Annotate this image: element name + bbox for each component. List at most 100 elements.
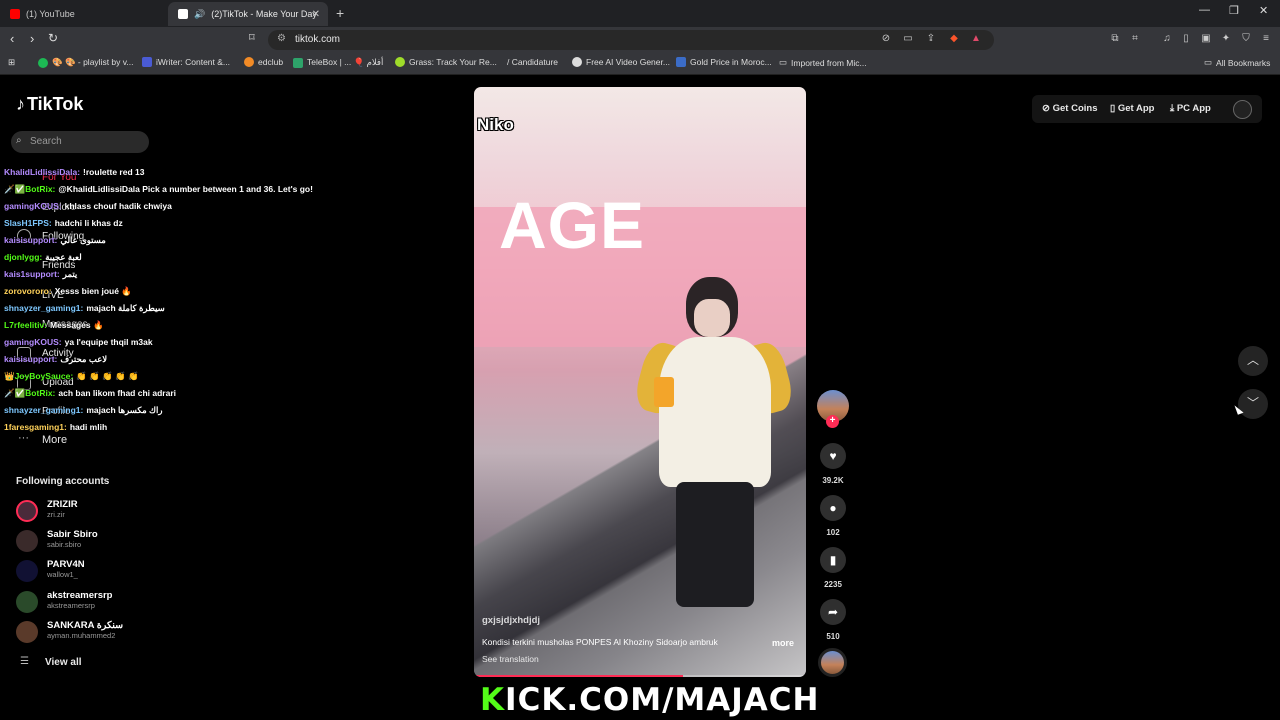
following-account[interactable]: SANKARA سنكرة ayman.muhammed2 bbox=[12, 620, 212, 646]
account-handle: ayman.muhammed2 bbox=[47, 631, 116, 640]
video-author[interactable]: gxjsjdjxhdjdj bbox=[482, 615, 540, 626]
save-count: 2235 bbox=[824, 580, 842, 589]
logo-text: TikTok bbox=[27, 94, 84, 114]
person-shirt bbox=[659, 337, 771, 487]
bookmark-folder[interactable]: ▭ Imported from Mic... bbox=[779, 57, 867, 68]
video-person bbox=[631, 277, 797, 607]
following-account[interactable]: PARV4N wallow1_ bbox=[12, 559, 212, 585]
view-all-link[interactable]: View all bbox=[45, 657, 82, 668]
like-button[interactable]: ♥ bbox=[820, 443, 846, 469]
close-window-button[interactable]: ✕ bbox=[1259, 4, 1268, 17]
share-arrow-icon: ➦ bbox=[827, 605, 839, 619]
new-tab-button[interactable]: + bbox=[336, 5, 344, 21]
chat-username: kaisisupport: bbox=[4, 235, 58, 245]
brave-shield-icon[interactable]: ◆ bbox=[948, 33, 960, 45]
bookmark-item[interactable]: Gold Price in Moroc... bbox=[676, 57, 772, 67]
chat-text: Messages 🔥 bbox=[50, 320, 104, 330]
account-handle: wallow1_ bbox=[47, 570, 78, 579]
music-disc[interactable] bbox=[818, 648, 847, 677]
next-video-button[interactable]: ﹀ bbox=[1238, 389, 1268, 419]
all-bookmarks-folder[interactable]: ▭ All Bookmarks bbox=[1204, 57, 1270, 68]
share-button[interactable]: ➦ bbox=[820, 599, 846, 625]
chat-text: لعبة عجيبة bbox=[45, 252, 82, 262]
chat-text: مستوى عالي bbox=[60, 235, 106, 245]
vpn-icon[interactable]: ⛉ bbox=[1240, 33, 1252, 45]
bookmark-icon[interactable]: ⌑ bbox=[249, 31, 255, 44]
pc-app-button[interactable]: ⤓ PC App bbox=[1170, 103, 1211, 114]
chat-username: KhalidLidlissiDala: bbox=[4, 167, 81, 177]
no-tracking-icon[interactable]: ⊘ bbox=[880, 33, 892, 45]
chat-username: kais1support: bbox=[4, 269, 60, 279]
account-name: SANKARA سنكرة bbox=[47, 620, 124, 631]
follow-button[interactable]: + bbox=[826, 415, 839, 428]
cast-icon[interactable]: ▭ bbox=[902, 33, 914, 45]
see-translation-link[interactable]: See translation bbox=[482, 654, 539, 664]
bookmark-item[interactable]: iWriter: Content &... bbox=[142, 57, 230, 67]
bookmark-item[interactable]: 🎨 🎨 - playlist by v... bbox=[38, 57, 133, 68]
gold-price-icon bbox=[676, 57, 686, 67]
menu-icon[interactable]: ≡ bbox=[1260, 33, 1272, 45]
apps-icon[interactable]: ⊞ bbox=[8, 57, 15, 68]
extensions-icon[interactable]: ⧉ bbox=[1109, 33, 1121, 45]
sidebar-icon[interactable]: ▯ bbox=[1180, 33, 1192, 45]
rewards-icon[interactable]: ▲ bbox=[970, 33, 982, 45]
more-icon: ··· bbox=[18, 432, 29, 444]
chat-username: 1faresgaming1: bbox=[4, 422, 67, 432]
following-account[interactable]: akstreamersrp akstreamersrp bbox=[12, 590, 212, 616]
get-app-button[interactable]: ▯ Get App bbox=[1110, 103, 1154, 114]
wallet-icon[interactable]: ▣ bbox=[1200, 33, 1212, 45]
save-button[interactable]: ▮ bbox=[820, 547, 846, 573]
bookmark-label: All Bookmarks bbox=[1216, 57, 1271, 68]
chat-username: shnayzer_gaming1: bbox=[4, 405, 84, 415]
tiktok-icon bbox=[178, 9, 188, 19]
screenshot-icon[interactable]: ⌗ bbox=[1129, 33, 1141, 45]
nav-more[interactable]: More bbox=[42, 434, 67, 446]
chat-message: 🗡️✅BotRix: @KhalidLidlissiDala Pick a num… bbox=[4, 182, 344, 199]
bookmark-item[interactable]: Grass: Track Your Re... bbox=[395, 57, 497, 67]
description-more-button[interactable]: more bbox=[772, 638, 794, 648]
back-icon[interactable]: ‹ bbox=[10, 31, 14, 46]
maximize-button[interactable]: ❐ bbox=[1229, 4, 1239, 17]
chat-text: يتمر bbox=[62, 269, 78, 279]
avatar bbox=[16, 591, 38, 613]
site-info-icon[interactable]: ⚙ bbox=[277, 33, 286, 44]
tiktok-logo[interactable]: ♪ TikTok bbox=[16, 94, 83, 115]
bookmark-item[interactable]: edclub bbox=[244, 57, 283, 67]
banner-text: ICK.COM/MAJACH bbox=[505, 682, 820, 718]
music-icon[interactable]: ♫ bbox=[1161, 33, 1173, 45]
chat-message: shnayzer_gaming1: majach سيطرة كاملة bbox=[4, 301, 344, 318]
minimize-button[interactable]: — bbox=[1199, 4, 1210, 16]
video-player[interactable]: AGE Niko gxjsjdjxhdjdj Kondisi terkini m… bbox=[474, 87, 806, 677]
following-accounts-heading: Following accounts bbox=[16, 476, 110, 487]
reload-icon[interactable]: ↻ bbox=[48, 31, 58, 45]
bookmark-item[interactable]: TeleBox | ... 🎈 أفلام bbox=[293, 57, 383, 68]
chat-text: khlass chouf hadik chwiya bbox=[64, 201, 172, 211]
comment-button[interactable]: ● bbox=[820, 495, 846, 521]
chat-message: L7rfeelitiv: Messages 🔥 bbox=[4, 318, 344, 335]
chat-text: hadchi li khas dz bbox=[54, 218, 123, 228]
bookmark-label: edclub bbox=[258, 57, 284, 67]
avatar bbox=[16, 530, 38, 552]
forward-icon[interactable]: › bbox=[30, 31, 34, 46]
chat-username: 🗡️✅BotRix: bbox=[4, 388, 56, 398]
share-icon[interactable]: ⇪ bbox=[925, 33, 937, 45]
bookmark-label: TeleBox | ... 🎈 أفلام bbox=[307, 57, 384, 67]
bookmark-item[interactable]: Free AI Video Gener... bbox=[572, 57, 670, 67]
search-input[interactable]: ⌕ Search bbox=[11, 131, 149, 153]
previous-video-button[interactable]: ︿ bbox=[1238, 346, 1268, 376]
following-account[interactable]: Sabir Sbiro sabir.sbiro bbox=[12, 529, 212, 555]
tab-tiktok[interactable]: 🔊 (2)TikTok - Make Your Day ✕ bbox=[168, 2, 328, 26]
chat-message: gamingKOUS: ya l'equipe thqil m3ak bbox=[4, 335, 344, 352]
bookmark-label: Free AI Video Gener... bbox=[586, 57, 670, 67]
ai-icon[interactable]: ✦ bbox=[1220, 33, 1232, 45]
following-account[interactable]: ZRIZIR zri.zir bbox=[12, 499, 212, 525]
video-progress-bar[interactable] bbox=[474, 675, 806, 677]
bookmark-label: Imported from Mic... bbox=[791, 57, 867, 68]
tab-youtube[interactable]: (1) YouTube bbox=[0, 2, 168, 26]
address-toolbar: ‹ › ↻ ⌑ ⚙ tiktok.com ⊘ ▭ ⇪ ◆ ▲ ⧉ ⌗ ♫ ▯ ▣… bbox=[0, 27, 1280, 53]
profile-avatar[interactable] bbox=[1233, 100, 1252, 119]
get-coins-button[interactable]: ⊘ Get Coins bbox=[1042, 103, 1097, 114]
bookmark-item[interactable]: / Candidature bbox=[507, 57, 558, 67]
video-description: Kondisi terkini musholas PONPES Al Khozi… bbox=[482, 637, 718, 647]
close-tab-icon[interactable]: ✕ bbox=[312, 9, 320, 20]
